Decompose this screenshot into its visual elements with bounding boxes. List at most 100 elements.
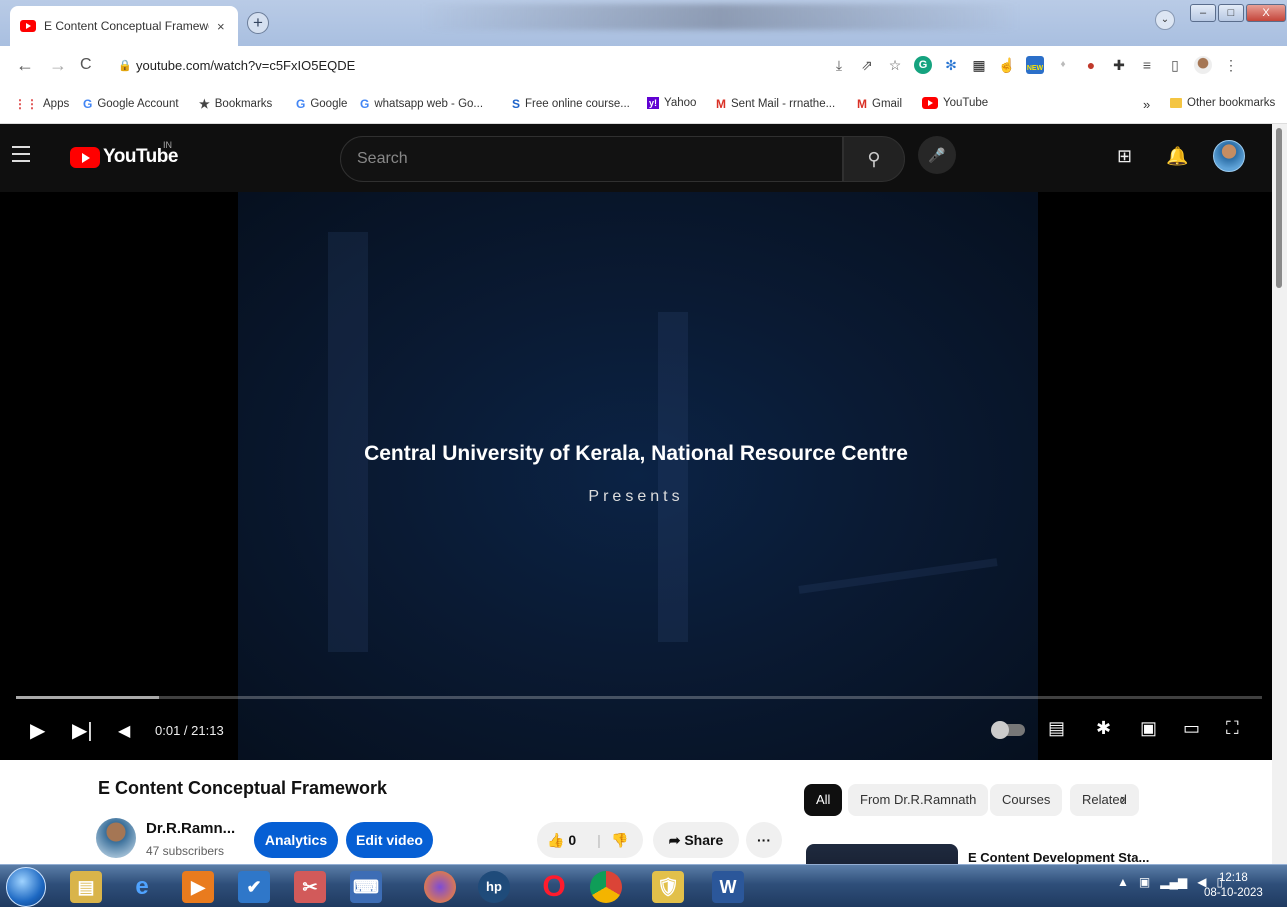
reading-list-icon[interactable]: ≡	[1138, 56, 1156, 74]
google-icon: G	[83, 97, 93, 111]
tab-search-icon[interactable]: ⌄	[1155, 10, 1175, 30]
new-tab-button[interactable]: +	[247, 12, 269, 34]
system-clock[interactable]: 12:18 08-10-2023	[1204, 871, 1263, 901]
next-icon[interactable]: ▶|	[72, 718, 93, 743]
snowflake-extension-icon[interactable]: ✻	[942, 56, 960, 74]
chips-next-chevron-icon[interactable]: ›	[1120, 791, 1125, 809]
voice-search-icon[interactable]: 🎤	[918, 136, 956, 174]
chip-courses[interactable]: Courses	[990, 784, 1063, 816]
play-icon[interactable]: ▶	[30, 718, 45, 743]
channel-name[interactable]: Dr.R.Ramn...	[146, 820, 235, 837]
security-shield-icon[interactable]: 🛡	[652, 871, 684, 903]
bookmarks-overflow-button[interactable]: »	[1143, 97, 1150, 112]
star-icon: ★	[199, 97, 210, 111]
firefox-icon[interactable]	[424, 871, 456, 903]
swayam-icon: S	[512, 97, 521, 111]
account-avatar[interactable]	[1213, 140, 1245, 172]
create-video-icon[interactable]: ⊞	[1117, 146, 1132, 167]
chip-related[interactable]: Related	[1070, 784, 1139, 816]
signal-icon[interactable]: ▂▄▆	[1160, 875, 1187, 889]
fullscreen-icon[interactable]: ⛶	[1226, 718, 1239, 739]
bookmark-yahoo[interactable]: y! Yahoo	[647, 97, 696, 109]
youtube-logo[interactable]: YouTube IN	[70, 140, 178, 168]
bookmark-free-course[interactable]: S Free online course...	[512, 97, 630, 111]
maximize-icon[interactable]: □	[1218, 4, 1244, 22]
reload-icon[interactable]: C	[80, 56, 92, 74]
forward-icon[interactable]: →	[49, 55, 67, 76]
notifications-bell-icon[interactable]: 🔔	[1166, 146, 1188, 167]
theater-mode-icon[interactable]: ▭	[1183, 718, 1200, 739]
tray-expand-icon[interactable]: ▲	[1117, 875, 1129, 889]
bookmark-bookmarks[interactable]: ★ Bookmarks	[199, 97, 272, 111]
chip-from-channel[interactable]: From Dr.R.Ramnath	[848, 784, 989, 816]
word-icon[interactable]: W	[712, 871, 744, 903]
minimize-icon[interactable]: –	[1190, 4, 1216, 22]
bookmark-google[interactable]: G Google	[296, 97, 347, 111]
bookmark-sent-mail[interactable]: M Sent Mail - rrnathe...	[716, 97, 835, 111]
more-actions-button[interactable]: ···	[746, 822, 782, 858]
bookmark-youtube[interactable]: YouTube	[922, 97, 988, 109]
settings-gear-icon[interactable]: ✱	[1096, 718, 1111, 739]
other-bookmarks[interactable]: Other bookmarks	[1170, 97, 1275, 109]
opera-icon[interactable]: O	[538, 871, 570, 903]
progress-bar[interactable]	[16, 696, 1262, 699]
new-extension-icon[interactable]: NEW	[1026, 56, 1044, 74]
autoplay-toggle[interactable]	[991, 721, 1025, 739]
bookmark-whatsapp[interactable]: Gwhatsapp web - Go...	[360, 97, 483, 111]
windows-start-icon[interactable]	[6, 867, 46, 907]
tab-title: E Content Conceptual Framework	[44, 19, 209, 33]
apple-extension-icon[interactable]: ●	[1082, 56, 1100, 74]
windows-taskbar: ▤ e ▶ ✔ ✂ ⌨ hp O 🛡 W ▲ ▣ ▂▄▆ ◀ ▯ 12:18 0…	[0, 864, 1287, 907]
page-scrollbar[interactable]	[1272, 124, 1287, 907]
miniplayer-icon[interactable]: ▣	[1140, 718, 1157, 739]
grammarly-icon[interactable]: G	[914, 56, 932, 74]
share-page-icon[interactable]: ⇗	[858, 56, 876, 74]
search-icon[interactable]: ⚲	[843, 136, 905, 182]
bookmark-apps[interactable]: ⋮⋮ Apps	[14, 97, 69, 111]
close-window-icon[interactable]: X	[1246, 4, 1286, 22]
hp-icon[interactable]: hp	[478, 871, 510, 903]
share-button[interactable]: ➦ Share	[653, 822, 739, 858]
edit-video-button[interactable]: Edit video	[346, 822, 433, 858]
install-app-icon[interactable]: ⤓	[830, 56, 848, 74]
checkmark-app-icon[interactable]: ✔	[238, 871, 270, 903]
small-extension-icon[interactable]: ♦	[1054, 56, 1072, 74]
blurred-titlebar-area	[420, 4, 1020, 30]
analytics-button[interactable]: Analytics	[254, 822, 338, 858]
media-player-icon[interactable]: ▶	[182, 871, 214, 903]
browser-toolbar: ← → C 🔒 youtube.com/watch?v=c5FxIO5EQDE …	[0, 46, 1287, 86]
browser-tab[interactable]: E Content Conceptual Framework ×	[10, 6, 238, 46]
recommended-video-title[interactable]: E Content Development Sta...	[968, 850, 1149, 865]
search-placeholder: Search	[357, 150, 408, 167]
search-input[interactable]: Search	[340, 136, 843, 182]
network-icon[interactable]: ▣	[1139, 875, 1150, 889]
subtitles-icon[interactable]: ▤	[1048, 718, 1065, 739]
like-button[interactable]: 👍 0	[547, 822, 576, 858]
volume-icon[interactable]: ◀	[118, 721, 130, 741]
puzzle-extensions-icon[interactable]: ✚	[1110, 56, 1128, 74]
hand-extension-icon[interactable]: ☝	[998, 56, 1016, 74]
internet-explorer-icon[interactable]: e	[126, 871, 158, 903]
video-player[interactable]: Central University of Kerala, National R…	[0, 192, 1272, 760]
bookmark-star-icon[interactable]: ☆	[886, 56, 904, 74]
chrome-menu-icon[interactable]: ⋮	[1222, 56, 1240, 74]
channel-avatar[interactable]	[96, 818, 136, 858]
bookmark-gmail[interactable]: M Gmail	[857, 97, 902, 111]
back-icon[interactable]: ←	[16, 55, 34, 76]
address-bar[interactable]: 🔒 youtube.com/watch?v=c5FxIO5EQDE	[110, 52, 800, 80]
bookmarks-bar: ⋮⋮ Apps G Google Account ★ Bookmarks G Googl…	[0, 86, 1287, 124]
chip-all[interactable]: All	[804, 784, 843, 816]
on-screen-keyboard-icon[interactable]: ⌨	[350, 871, 382, 903]
bookmark-google-account[interactable]: G Google Account	[83, 97, 179, 111]
scrollbar-thumb[interactable]	[1276, 128, 1282, 288]
menu-icon[interactable]	[12, 146, 30, 167]
grid-extension-icon[interactable]: ▦	[970, 56, 988, 74]
snipping-tool-icon[interactable]: ✂	[294, 871, 326, 903]
file-explorer-icon[interactable]: ▤	[70, 871, 102, 903]
chrome-icon[interactable]	[590, 871, 622, 903]
thumbs-down-icon[interactable]: 👎	[611, 822, 628, 858]
gmail-icon: M	[857, 97, 867, 111]
tab-close-icon[interactable]: ×	[217, 19, 225, 34]
side-panel-icon[interactable]: ▯	[1166, 56, 1184, 74]
profile-avatar-icon[interactable]	[1194, 56, 1212, 74]
